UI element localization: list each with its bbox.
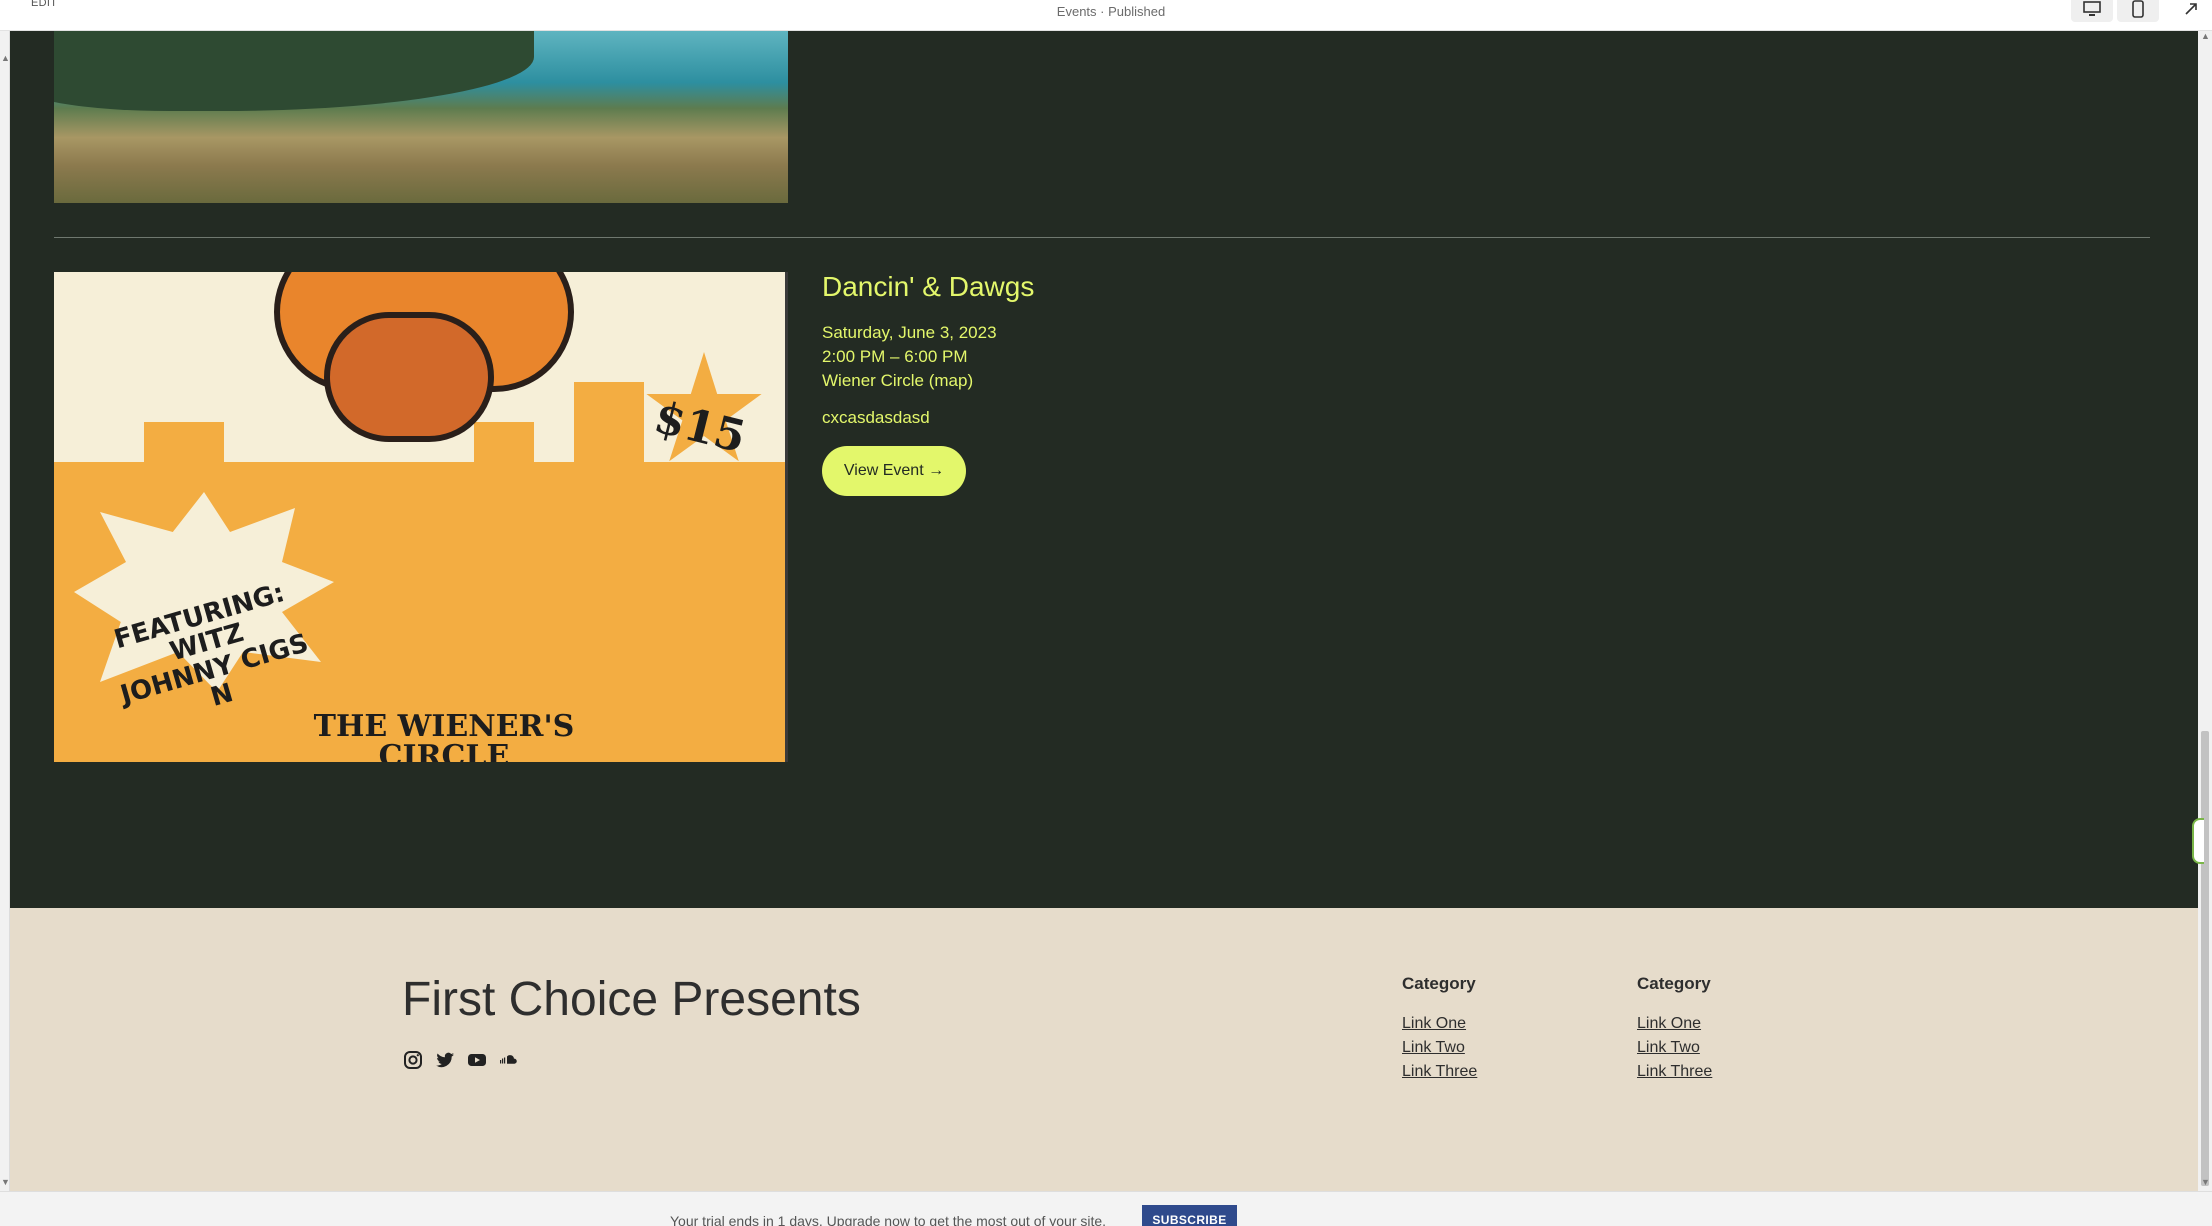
scroll-up-arrow-icon[interactable]: ▲ — [1, 53, 10, 63]
footer-column-heading: Category — [1402, 974, 1476, 993]
image-tower — [574, 382, 644, 482]
expand-button[interactable] — [2170, 0, 2212, 22]
footer-link-two[interactable]: Link Two — [1637, 1036, 1712, 1060]
expand-icon — [2185, 3, 2197, 15]
event-meta: Saturday, June 3, 2023 2:00 PM – 6:00 PM… — [822, 321, 1034, 393]
twitter-icon[interactable] — [435, 1050, 455, 1070]
events-list-section: FEATURING: WITZ JOHNNY CIGS N $15 THE WI… — [10, 31, 2198, 908]
event-image-dancin-dawgs[interactable]: FEATURING: WITZ JOHNNY CIGS N $15 THE WI… — [54, 272, 788, 762]
image-hill — [54, 31, 534, 111]
editor-viewport: EDIT Events · Published ▲ ▼ FEATURING: W… — [0, 0, 2212, 1226]
mobile-icon — [2132, 0, 2144, 18]
footer-link-three[interactable]: Link Three — [1637, 1060, 1712, 1084]
event-divider — [54, 237, 2150, 238]
image-tower — [474, 422, 534, 482]
event-date: Saturday, June 3, 2023 — [822, 323, 997, 342]
desktop-icon — [2083, 1, 2101, 16]
event-location[interactable]: Wiener Circle (map) — [822, 369, 1034, 393]
feedback-side-tab[interactable] — [2192, 818, 2204, 864]
scroll-up-arrow-icon[interactable]: ▲ — [2201, 31, 2210, 41]
trial-banner: Your trial ends in 1 days. Upgrade now t… — [0, 1191, 2212, 1226]
page-status: Events · Published — [1056, 4, 1166, 19]
image-tower — [144, 422, 224, 482]
event-time: 2:00 PM – 6:00 PM — [822, 347, 968, 366]
instagram-icon[interactable] — [403, 1050, 423, 1070]
trial-message: Your trial ends in 1 days. Upgrade now t… — [670, 1213, 1107, 1226]
footer-column-1: Category Link One Link Two Link Three — [1402, 974, 1477, 1084]
social-links — [403, 1050, 519, 1070]
scroll-down-arrow-icon[interactable]: ▼ — [1, 1177, 10, 1187]
footer-column-heading: Category — [1637, 974, 1711, 993]
event-title[interactable]: Dancin' & Dawgs — [822, 271, 1034, 303]
footer-link-three[interactable]: Link Three — [1402, 1060, 1477, 1084]
scroll-down-arrow-icon[interactable]: ▼ — [2201, 1177, 2210, 1187]
scrollbar-thumb[interactable] — [2201, 731, 2209, 1186]
footer-link-one[interactable]: Link One — [1402, 1012, 1477, 1036]
previous-event-image[interactable] — [54, 31, 788, 203]
site-footer: First Choice Presents Category Link One — [10, 908, 2198, 1191]
soundcloud-icon[interactable] — [499, 1050, 519, 1070]
subscribe-button[interactable]: SUBSCRIBE — [1142, 1205, 1237, 1226]
footer-link-two[interactable]: Link Two — [1402, 1036, 1477, 1060]
image-venue-text: THE WIENER'S CIRCLE — [313, 709, 575, 763]
footer-column-2: Category Link One Link Two Link Three — [1637, 974, 1712, 1084]
footer-brand[interactable]: First Choice Presents — [402, 972, 861, 1027]
right-scrollbar[interactable]: ▲ ▼ — [2198, 31, 2212, 1191]
desktop-view-button[interactable] — [2071, 0, 2113, 22]
mobile-view-button[interactable] — [2117, 0, 2159, 22]
footer-link-one[interactable]: Link One — [1637, 1012, 1712, 1036]
left-scrollbar[interactable]: ▲ ▼ — [0, 31, 10, 1191]
site-preview: FEATURING: WITZ JOHNNY CIGS N $15 THE WI… — [10, 31, 2198, 1191]
editor-top-bar: EDIT Events · Published — [0, 0, 2212, 31]
image-hotdog-face — [324, 312, 494, 442]
event-info: Dancin' & Dawgs Saturday, June 3, 2023 2… — [822, 271, 1034, 496]
event-description: cxcasdasdasd — [822, 408, 930, 427]
view-event-button[interactable]: View Event → — [822, 446, 966, 496]
youtube-icon[interactable] — [467, 1050, 487, 1070]
